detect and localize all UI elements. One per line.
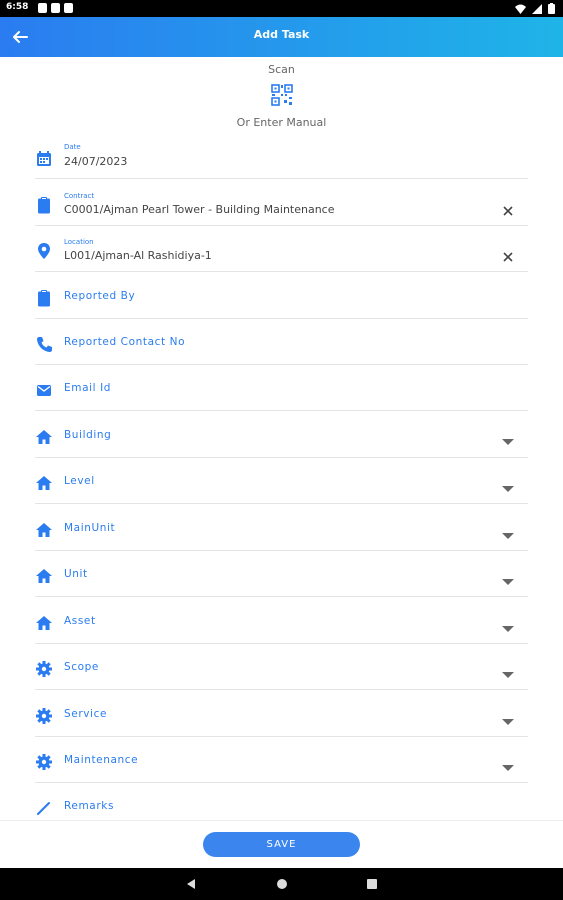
clipboard-icon xyxy=(38,197,50,214)
mainunit-dropdown[interactable]: MainUnit xyxy=(35,504,528,551)
status-right-icons xyxy=(515,3,555,14)
reported-by-field[interactable]: Reported By xyxy=(35,272,528,319)
location-field[interactable]: Location L001/Ajman-Al Rashidiya-1 xyxy=(35,238,528,272)
asset-dropdown[interactable]: Asset xyxy=(35,597,528,644)
scope-dropdown[interactable]: Scope xyxy=(35,643,528,690)
service-dropdown[interactable]: Service xyxy=(35,690,528,737)
date-value: 24/07/2023 xyxy=(64,155,128,168)
date-label: Date xyxy=(64,143,81,151)
email-label: Email Id xyxy=(64,382,112,394)
maintenance-dropdown[interactable]: Maintenance xyxy=(35,736,528,783)
notification-icon xyxy=(38,3,47,13)
nav-recents-icon[interactable] xyxy=(365,877,379,891)
chevron-down-icon[interactable] xyxy=(502,626,514,632)
home-icon xyxy=(36,616,52,630)
asset-label: Asset xyxy=(64,615,96,627)
maintenance-label: Maintenance xyxy=(64,754,139,766)
mail-icon xyxy=(37,385,51,396)
home-icon xyxy=(36,430,52,444)
remarks-label: Remarks xyxy=(64,800,115,812)
chevron-down-icon[interactable] xyxy=(502,486,514,492)
location-value: L001/Ajman-Al Rashidiya-1 xyxy=(64,249,212,262)
app-bar: Add Task xyxy=(0,17,563,57)
clear-icon[interactable] xyxy=(502,251,514,263)
home-icon xyxy=(36,523,52,537)
chevron-down-icon[interactable] xyxy=(502,719,514,725)
calendar-icon xyxy=(37,151,51,166)
chevron-down-icon[interactable] xyxy=(502,672,514,678)
email-field[interactable]: Email Id xyxy=(35,364,528,411)
notification-icons xyxy=(38,3,73,13)
home-icon xyxy=(36,476,52,490)
wifi-icon xyxy=(515,4,526,14)
pencil-icon xyxy=(37,802,50,815)
page-title: Add Task xyxy=(253,28,310,41)
gear-icon xyxy=(36,708,52,724)
status-time: 6:58 xyxy=(6,2,29,12)
enter-manual-label: Or Enter Manual xyxy=(236,116,327,129)
notification-icon xyxy=(64,3,73,13)
unit-label: Unit xyxy=(64,568,88,580)
status-bar: 6:58 xyxy=(0,0,563,17)
save-button[interactable]: SAVE xyxy=(203,832,360,857)
level-dropdown[interactable]: Level xyxy=(35,457,528,504)
nav-home-icon[interactable] xyxy=(275,877,289,891)
scan-label: Scan xyxy=(268,63,295,76)
reported-by-label: Reported By xyxy=(64,290,136,302)
signal-icon xyxy=(532,3,542,14)
location-label: Location xyxy=(64,238,94,246)
chevron-down-icon[interactable] xyxy=(502,439,514,445)
nav-back-icon[interactable] xyxy=(184,877,198,891)
building-dropdown[interactable]: Building xyxy=(35,411,528,458)
mainunit-label: MainUnit xyxy=(64,522,116,534)
home-icon xyxy=(36,569,52,583)
phone-icon xyxy=(37,337,52,352)
chevron-down-icon[interactable] xyxy=(502,579,514,585)
chevron-down-icon[interactable] xyxy=(502,533,514,539)
scope-label: Scope xyxy=(64,661,99,673)
gear-icon xyxy=(36,754,52,770)
reported-contact-field[interactable]: Reported Contact No xyxy=(35,318,528,365)
contract-field[interactable]: Contract C0001/Ajman Pearl Tower - Build… xyxy=(35,192,528,226)
location-pin-icon xyxy=(38,243,50,259)
reported-contact-label: Reported Contact No xyxy=(64,336,186,348)
clear-icon[interactable] xyxy=(502,205,514,217)
service-label: Service xyxy=(64,708,108,720)
clipboard-icon xyxy=(38,290,50,307)
gear-icon xyxy=(36,661,52,677)
chevron-down-icon[interactable] xyxy=(502,765,514,771)
qr-code-icon[interactable] xyxy=(271,84,293,106)
battery-icon xyxy=(548,3,555,14)
contract-label: Contract xyxy=(64,192,95,200)
level-label: Level xyxy=(64,475,95,487)
system-nav-bar xyxy=(0,868,563,900)
contract-value: C0001/Ajman Pearl Tower - Building Maint… xyxy=(64,203,335,216)
remarks-field[interactable]: Remarks xyxy=(35,782,528,818)
unit-dropdown[interactable]: Unit xyxy=(35,550,528,597)
building-label: Building xyxy=(64,429,112,441)
date-field[interactable]: Date 24/07/2023 xyxy=(35,143,528,179)
notification-icon xyxy=(51,3,60,13)
